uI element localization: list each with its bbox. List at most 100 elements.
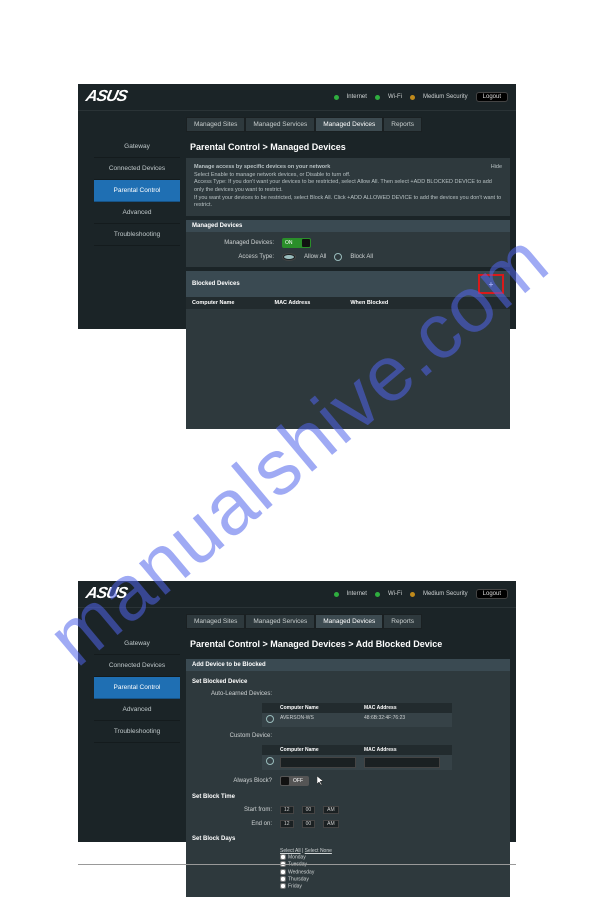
- managed-devices-toggle[interactable]: ON: [282, 238, 311, 248]
- custom-mac-input[interactable]: [364, 757, 440, 768]
- screenshot-1: ASUS Internet Wi-Fi Medium Security Logo…: [78, 84, 516, 329]
- sidebar: Gateway Connected Devices Parental Contr…: [94, 136, 180, 429]
- radio-block-label: Block All: [350, 254, 373, 260]
- sidebar-item-troubleshooting[interactable]: Troubleshooting: [94, 224, 180, 246]
- end-min-select[interactable]: 00: [302, 820, 316, 828]
- security-status-icon: [410, 592, 415, 597]
- topbar: ASUS Internet Wi-Fi Medium Security Logo…: [78, 84, 516, 111]
- add-blocked-device-button[interactable]: +: [478, 274, 504, 294]
- end-hour-select[interactable]: 12: [280, 820, 294, 828]
- sidebar-item-parental-control[interactable]: Parental Control: [94, 180, 180, 202]
- table-row[interactable]: AVERSON-WS 48:6B:32:4F:76:23: [262, 713, 452, 727]
- screenshot-2: ASUS Internet Wi-Fi Medium Security Logo…: [78, 581, 516, 842]
- tab-managed-services[interactable]: Managed Services: [245, 614, 315, 629]
- th-computer-name: Computer Name: [280, 747, 364, 753]
- sidebar-item-connected-devices[interactable]: Connected Devices: [94, 158, 180, 180]
- sidebar-item-advanced[interactable]: Advanced: [94, 202, 180, 224]
- radio-allow-label: Allow All: [304, 254, 326, 260]
- radio-allow-all[interactable]: [282, 253, 296, 261]
- custom-name-input[interactable]: [280, 757, 356, 768]
- main-content: Parental Control > Managed Devices Hide …: [186, 136, 510, 429]
- start-ampm-select[interactable]: AM: [323, 806, 339, 814]
- status-internet: Internet: [347, 591, 367, 597]
- table-row[interactable]: [262, 755, 452, 770]
- tab-managed-sites[interactable]: Managed Sites: [186, 117, 245, 132]
- label-auto-learned: Auto-Learned Devices:: [192, 691, 272, 697]
- plus-icon: +: [489, 280, 494, 289]
- tab-managed-services[interactable]: Managed Services: [245, 117, 315, 132]
- label-managed-devices: Managed Devices:: [194, 240, 274, 246]
- day-checkbox-thursday[interactable]: [280, 876, 286, 882]
- device-radio[interactable]: [266, 757, 274, 765]
- th-computer-name: Computer Name: [192, 300, 234, 306]
- sidebar-item-advanced[interactable]: Advanced: [94, 699, 180, 721]
- label-custom-device: Custom Device:: [192, 733, 272, 739]
- days-group: Select All | Select None Monday Tuesday …: [280, 848, 332, 891]
- managed-devices-panel: Managed Devices: ON Access Type: Allow A…: [186, 232, 510, 267]
- tab-bar: Managed Sites Managed Services Managed D…: [186, 608, 516, 629]
- auto-learned-table: Computer Name MAC Address AVERSON-WS 48:…: [262, 703, 452, 727]
- tab-managed-devices[interactable]: Managed Devices: [315, 614, 383, 629]
- day-checkbox-friday[interactable]: [280, 883, 286, 889]
- breadcrumb: Parental Control > Managed Devices > Add…: [186, 633, 510, 655]
- brand-logo: ASUS: [84, 88, 128, 106]
- logout-button[interactable]: Logout: [476, 92, 508, 102]
- status-wifi: Wi-Fi: [388, 94, 402, 100]
- sidebar-item-gateway[interactable]: Gateway: [94, 633, 180, 655]
- tab-reports[interactable]: Reports: [383, 117, 422, 132]
- security-status-icon: [410, 95, 415, 100]
- status-wifi: Wi-Fi: [388, 591, 402, 597]
- internet-status-icon: [334, 592, 339, 597]
- topbar: ASUS Internet Wi-Fi Medium Security Logo…: [78, 581, 516, 608]
- sidebar-item-parental-control[interactable]: Parental Control: [94, 677, 180, 699]
- day-label: Wednesday: [288, 869, 314, 875]
- info-line-1: Manage access by specific devices on you…: [194, 164, 330, 170]
- radio-block-all[interactable]: [334, 253, 342, 261]
- day-checkbox-monday[interactable]: [280, 854, 286, 860]
- day-label: Thursday: [288, 876, 309, 882]
- status-internet: Internet: [347, 94, 367, 100]
- sidebar-item-troubleshooting[interactable]: Troubleshooting: [94, 721, 180, 743]
- label-always-block: Always Block?: [192, 778, 272, 784]
- tab-managed-devices[interactable]: Managed Devices: [315, 117, 383, 132]
- info-box: Hide Manage access by specific devices o…: [186, 158, 510, 216]
- grp-set-blocked-device: Set Blocked Device: [192, 679, 504, 685]
- device-radio[interactable]: [266, 715, 274, 723]
- wifi-status-icon: [375, 95, 380, 100]
- start-min-select[interactable]: 00: [302, 806, 316, 814]
- grp-set-block-days: Set Block Days: [192, 836, 504, 842]
- label-start-from: Start from:: [192, 807, 272, 813]
- status-area: Internet Wi-Fi Medium Security Logout: [334, 92, 508, 102]
- day-checkbox-wednesday[interactable]: [280, 869, 286, 875]
- device-mac: 48:6B:32:4F:76:23: [364, 715, 448, 725]
- label-access-type: Access Type:: [194, 254, 274, 260]
- section-managed-devices: Managed Devices: [186, 220, 510, 232]
- cursor-icon: [317, 776, 327, 786]
- sidebar-item-gateway[interactable]: Gateway: [94, 136, 180, 158]
- select-none-link[interactable]: Select None: [305, 848, 332, 854]
- th-when-blocked: When Blocked: [350, 300, 388, 306]
- custom-device-table: Computer Name MAC Address: [262, 745, 452, 770]
- th-mac-address: MAC Address: [274, 300, 310, 306]
- sidebar-item-connected-devices[interactable]: Connected Devices: [94, 655, 180, 677]
- add-device-form: Set Blocked Device Auto-Learned Devices:…: [186, 671, 510, 897]
- section-blocked-devices: Blocked Devices +: [186, 271, 510, 297]
- logout-button[interactable]: Logout: [476, 589, 508, 599]
- info-line-2: Select Enable to manage network devices,…: [194, 172, 350, 178]
- info-line-3: Access Type: If you don't want your devi…: [194, 179, 492, 193]
- blocked-table-header: Computer Name MAC Address When Blocked: [186, 297, 510, 309]
- tab-reports[interactable]: Reports: [383, 614, 422, 629]
- blocked-devices-title: Blocked Devices: [192, 281, 240, 287]
- tab-managed-sites[interactable]: Managed Sites: [186, 614, 245, 629]
- end-ampm-select[interactable]: AM: [323, 820, 339, 828]
- hide-link[interactable]: Hide: [491, 164, 502, 172]
- always-block-toggle[interactable]: OFF: [280, 776, 309, 786]
- grp-set-block-time: Set Block Time: [192, 794, 504, 800]
- main-content: Parental Control > Managed Devices > Add…: [186, 633, 510, 897]
- wifi-status-icon: [375, 592, 380, 597]
- brand-logo: ASUS: [84, 585, 128, 603]
- section-add-device: Add Device to be Blocked: [186, 659, 510, 671]
- th-computer-name: Computer Name: [280, 705, 364, 711]
- toggle-on-text: ON: [285, 240, 293, 246]
- start-hour-select[interactable]: 12: [280, 806, 294, 814]
